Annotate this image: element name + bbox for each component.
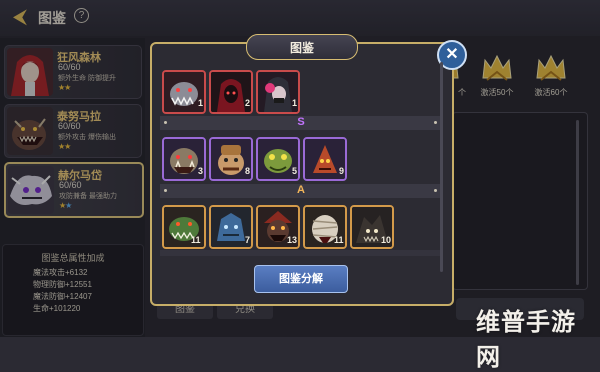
- card-count: 1: [292, 98, 298, 108]
- card-count: 9: [339, 166, 345, 176]
- card-count: 8: [245, 166, 251, 176]
- rank-label: A: [297, 184, 305, 196]
- rank-divider-a: A: [160, 184, 442, 198]
- card-count: 11: [191, 235, 201, 245]
- card-count: 2: [245, 98, 251, 108]
- card-count: 10: [381, 235, 392, 245]
- divider-dot: [434, 189, 437, 192]
- card-count: 7: [245, 235, 251, 245]
- rank-label: S: [297, 116, 305, 128]
- card-count: 3: [198, 166, 204, 176]
- card-count: 1: [198, 98, 204, 108]
- decompose-button[interactable]: 图鉴分解: [254, 265, 348, 293]
- card-count: 13: [287, 235, 298, 245]
- modal-title-banner: 图鉴: [246, 34, 358, 60]
- card-count: 11: [334, 235, 344, 245]
- next-rank-divider: [160, 250, 442, 256]
- modal-scrollbar[interactable]: [440, 62, 443, 272]
- watermark-logo: 维普手游网: [476, 309, 576, 371]
- rank-divider-s: S: [160, 116, 442, 130]
- modal-title: 图鉴: [289, 41, 314, 55]
- card-count: 5: [292, 166, 298, 176]
- divider-dot: [434, 121, 437, 124]
